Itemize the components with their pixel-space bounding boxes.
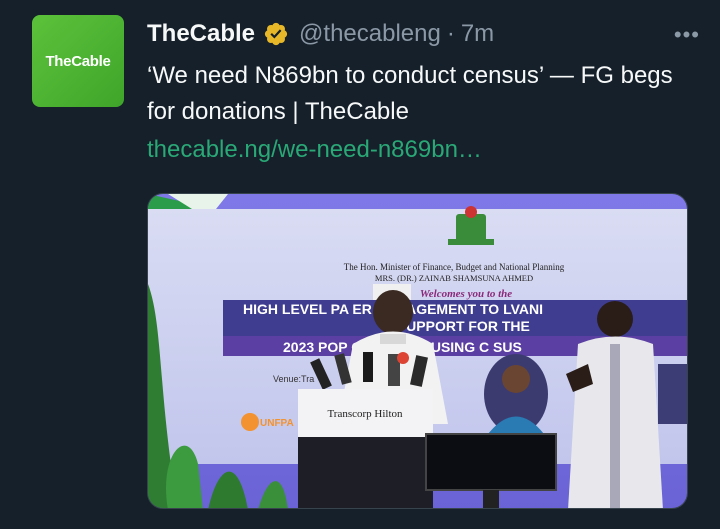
svg-text:UNFPA: UNFPA bbox=[260, 418, 294, 429]
more-options-icon[interactable]: ••• bbox=[674, 22, 700, 48]
verified-badge-icon[interactable] bbox=[263, 21, 289, 47]
tweet-header: TheCable @thecableng · 7m ••• bbox=[147, 16, 700, 52]
avatar-logo-text: TheCable bbox=[45, 52, 111, 70]
separator-dot: · bbox=[446, 20, 455, 47]
podium: Transcorp Hilton bbox=[298, 389, 433, 508]
banner-venue: Venue:Tra bbox=[273, 374, 314, 384]
banner-line-2: UPPORT FOR THE bbox=[406, 318, 530, 334]
avatar[interactable]: TheCable bbox=[32, 15, 124, 107]
photo-scene: The Hon. Minister of Finance, Budget and… bbox=[148, 194, 687, 508]
banner-subtitle-2: MRS. (DR.) ZAINAB SHAMSUNA AHMED bbox=[375, 273, 533, 283]
banner-subtitle-1: The Hon. Minister of Finance, Budget and… bbox=[344, 262, 565, 272]
display-name[interactable]: TheCable bbox=[147, 20, 255, 48]
portrait-frame bbox=[484, 354, 548, 434]
podium-text: Transcorp Hilton bbox=[327, 408, 403, 420]
tweet-media-image[interactable]: The Hon. Minister of Finance, Budget and… bbox=[147, 193, 688, 509]
tweet-link[interactable]: thecable.ng/we-need-n869bn… bbox=[147, 136, 482, 164]
tweet-text: ‘We need N869bn to conduct census’ — FG … bbox=[147, 62, 673, 125]
timestamp[interactable]: 7m bbox=[461, 20, 494, 48]
banner-welcome: Welcomes you to the bbox=[420, 288, 512, 300]
user-handle[interactable]: @thecableng bbox=[299, 20, 441, 48]
